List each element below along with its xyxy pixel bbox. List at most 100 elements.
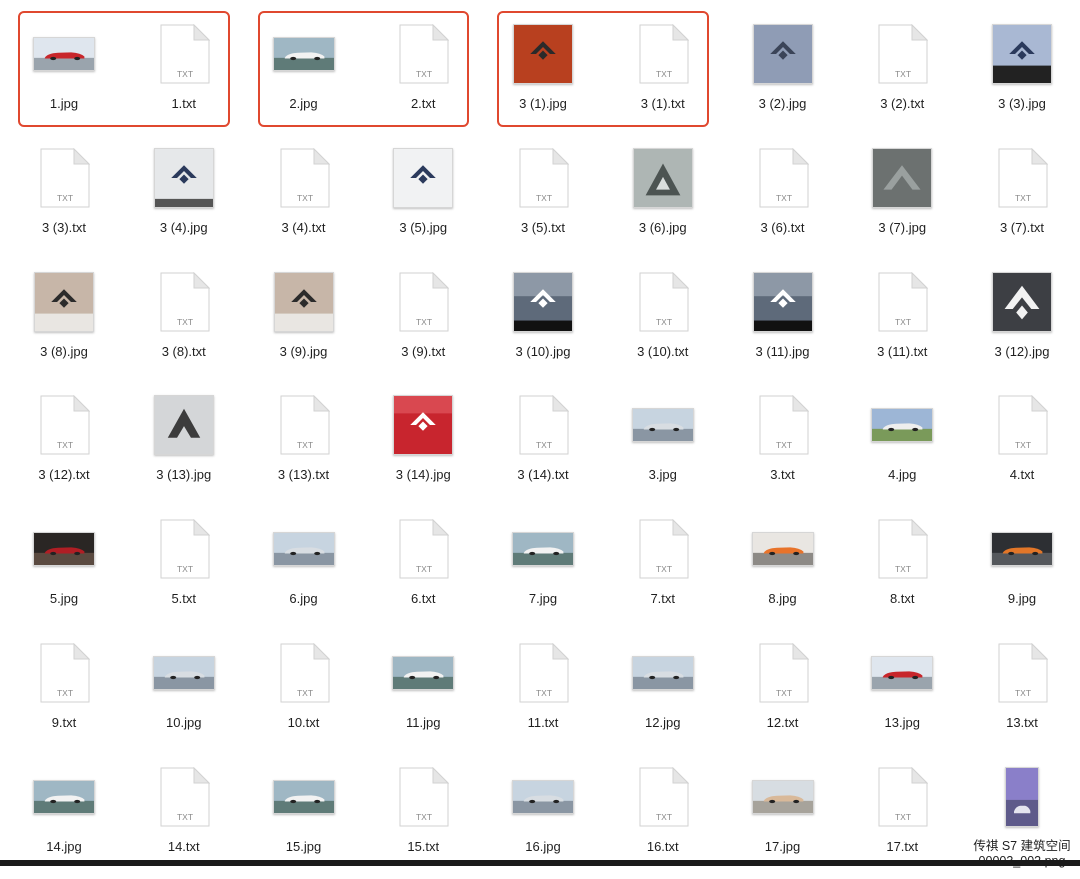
image-thumbnail-icon[interactable] <box>244 260 364 344</box>
image-thumbnail-icon[interactable] <box>244 755 364 839</box>
file-item-3-6-jpg[interactable]: 3 (6).jpg <box>603 136 723 260</box>
file-item-13-txt[interactable]: TXT 13.txt <box>962 631 1080 755</box>
text-file-icon[interactable]: TXT <box>603 507 723 591</box>
text-file-icon[interactable]: TXT <box>842 507 962 591</box>
text-file-icon[interactable]: TXT <box>603 755 723 839</box>
image-thumbnail-icon[interactable] <box>483 755 603 839</box>
file-item-3-3-jpg[interactable]: 3 (3).jpg <box>962 12 1080 136</box>
image-thumbnail-icon[interactable] <box>363 383 483 467</box>
image-thumbnail-icon[interactable] <box>842 136 962 220</box>
file-item-5-jpg[interactable]: 5.jpg <box>4 507 124 631</box>
image-thumbnail-icon[interactable] <box>124 383 244 467</box>
file-item-3-11-txt[interactable]: TXT 3 (11).txt <box>842 260 962 384</box>
file-item-3-txt[interactable]: TXT 3.txt <box>723 383 843 507</box>
image-thumbnail-icon[interactable] <box>4 755 124 839</box>
file-item-4-jpg[interactable]: 4.jpg <box>842 383 962 507</box>
file-item-11-txt[interactable]: TXT 11.txt <box>483 631 603 755</box>
file-item-3-12-txt[interactable]: TXT 3 (12).txt <box>4 383 124 507</box>
file-item-11-jpg[interactable]: 11.jpg <box>363 631 483 755</box>
text-file-icon[interactable]: TXT <box>723 631 843 715</box>
text-file-icon[interactable]: TXT <box>842 260 962 344</box>
text-file-icon[interactable]: TXT <box>244 631 364 715</box>
text-file-icon[interactable]: TXT <box>603 260 723 344</box>
file-item-3-5-txt[interactable]: TXT 3 (5).txt <box>483 136 603 260</box>
text-file-icon[interactable]: TXT <box>483 631 603 715</box>
text-file-icon[interactable]: TXT <box>4 136 124 220</box>
file-item-3-9-jpg[interactable]: 3 (9).jpg <box>244 260 364 384</box>
image-thumbnail-icon[interactable] <box>723 12 843 96</box>
image-thumbnail-icon[interactable] <box>363 631 483 715</box>
image-thumbnail-icon[interactable] <box>723 755 843 839</box>
text-file-icon[interactable]: TXT <box>244 383 364 467</box>
image-thumbnail-icon[interactable] <box>244 507 364 591</box>
file-item-3-4-jpg[interactable]: 3 (4).jpg <box>124 136 244 260</box>
file-item-10-jpg[interactable]: 10.jpg <box>124 631 244 755</box>
file-item-9-txt[interactable]: TXT 9.txt <box>4 631 124 755</box>
text-file-icon[interactable]: TXT <box>483 136 603 220</box>
file-item-12-jpg[interactable]: 12.jpg <box>603 631 723 755</box>
file-item-3-9-txt[interactable]: TXT 3 (9).txt <box>363 260 483 384</box>
text-file-icon[interactable]: TXT <box>4 383 124 467</box>
file-item-3-7-jpg[interactable]: 3 (7).jpg <box>842 136 962 260</box>
file-item-6-jpg[interactable]: 6.jpg <box>244 507 364 631</box>
file-item-3-jpg[interactable]: 3.jpg <box>603 383 723 507</box>
image-thumbnail-icon[interactable] <box>603 631 723 715</box>
file-item-3-7-txt[interactable]: TXT 3 (7).txt <box>962 136 1080 260</box>
file-item-3-13-jpg[interactable]: 3 (13).jpg <box>124 383 244 507</box>
file-item-12-txt[interactable]: TXT 12.txt <box>723 631 843 755</box>
text-file-icon[interactable]: TXT <box>962 631 1080 715</box>
image-thumbnail-icon[interactable] <box>962 755 1080 839</box>
file-item-3-5-jpg[interactable]: 3 (5).jpg <box>363 136 483 260</box>
file-item-3-2-txt[interactable]: TXT 3 (2).txt <box>842 12 962 136</box>
file-item-3-14-txt[interactable]: TXT 3 (14).txt <box>483 383 603 507</box>
text-file-icon[interactable]: TXT <box>363 260 483 344</box>
file-item-8-txt[interactable]: TXT 8.txt <box>842 507 962 631</box>
file-item-7-txt[interactable]: TXT 7.txt <box>603 507 723 631</box>
text-file-icon[interactable]: TXT <box>124 260 244 344</box>
image-thumbnail-icon[interactable] <box>4 507 124 591</box>
text-file-icon[interactable]: TXT <box>4 631 124 715</box>
file-item-9-jpg[interactable]: 9.jpg <box>962 507 1080 631</box>
text-file-icon[interactable]: TXT <box>363 755 483 839</box>
text-file-icon[interactable]: TXT <box>962 136 1080 220</box>
image-thumbnail-icon[interactable] <box>124 136 244 220</box>
file-item-3-13-txt[interactable]: TXT 3 (13).txt <box>244 383 364 507</box>
file-item-13-jpg[interactable]: 13.jpg <box>842 631 962 755</box>
file-item-3-2-jpg[interactable]: 3 (2).jpg <box>723 12 843 136</box>
file-item-3-11-jpg[interactable]: 3 (11).jpg <box>723 260 843 384</box>
text-file-icon[interactable]: TXT <box>124 755 244 839</box>
file-item-5-txt[interactable]: TXT 5.txt <box>124 507 244 631</box>
image-thumbnail-icon[interactable] <box>723 260 843 344</box>
file-item-8-jpg[interactable]: 8.jpg <box>723 507 843 631</box>
file-item-3-6-txt[interactable]: TXT 3 (6).txt <box>723 136 843 260</box>
image-thumbnail-icon[interactable] <box>483 260 603 344</box>
file-item-7-jpg[interactable]: 7.jpg <box>483 507 603 631</box>
text-file-icon[interactable]: TXT <box>244 136 364 220</box>
text-file-icon[interactable]: TXT <box>842 755 962 839</box>
image-thumbnail-icon[interactable] <box>962 12 1080 96</box>
image-thumbnail-icon[interactable] <box>842 383 962 467</box>
file-item-3-8-txt[interactable]: TXT 3 (8).txt <box>124 260 244 384</box>
text-file-icon[interactable]: TXT <box>842 12 962 96</box>
text-file-icon[interactable]: TXT <box>723 136 843 220</box>
image-thumbnail-icon[interactable] <box>723 507 843 591</box>
file-item-3-10-jpg[interactable]: 3 (10).jpg <box>483 260 603 384</box>
text-file-icon[interactable]: TXT <box>124 507 244 591</box>
image-thumbnail-icon[interactable] <box>483 507 603 591</box>
file-item-3-4-txt[interactable]: TXT 3 (4).txt <box>244 136 364 260</box>
file-item-3-10-txt[interactable]: TXT 3 (10).txt <box>603 260 723 384</box>
file-item-3-3-txt[interactable]: TXT 3 (3).txt <box>4 136 124 260</box>
file-item-10-txt[interactable]: TXT 10.txt <box>244 631 364 755</box>
image-thumbnail-icon[interactable] <box>4 260 124 344</box>
text-file-icon[interactable]: TXT <box>962 383 1080 467</box>
image-thumbnail-icon[interactable] <box>962 507 1080 591</box>
file-item-4-txt[interactable]: TXT 4.txt <box>962 383 1080 507</box>
file-item-3-8-jpg[interactable]: 3 (8).jpg <box>4 260 124 384</box>
file-item-3-14-jpg[interactable]: 3 (14).jpg <box>363 383 483 507</box>
file-item-3-12-jpg[interactable]: 3 (12).jpg <box>962 260 1080 384</box>
image-thumbnail-icon[interactable] <box>603 383 723 467</box>
image-thumbnail-icon[interactable] <box>363 136 483 220</box>
text-file-icon[interactable]: TXT <box>363 507 483 591</box>
image-thumbnail-icon[interactable] <box>124 631 244 715</box>
text-file-icon[interactable]: TXT <box>483 383 603 467</box>
